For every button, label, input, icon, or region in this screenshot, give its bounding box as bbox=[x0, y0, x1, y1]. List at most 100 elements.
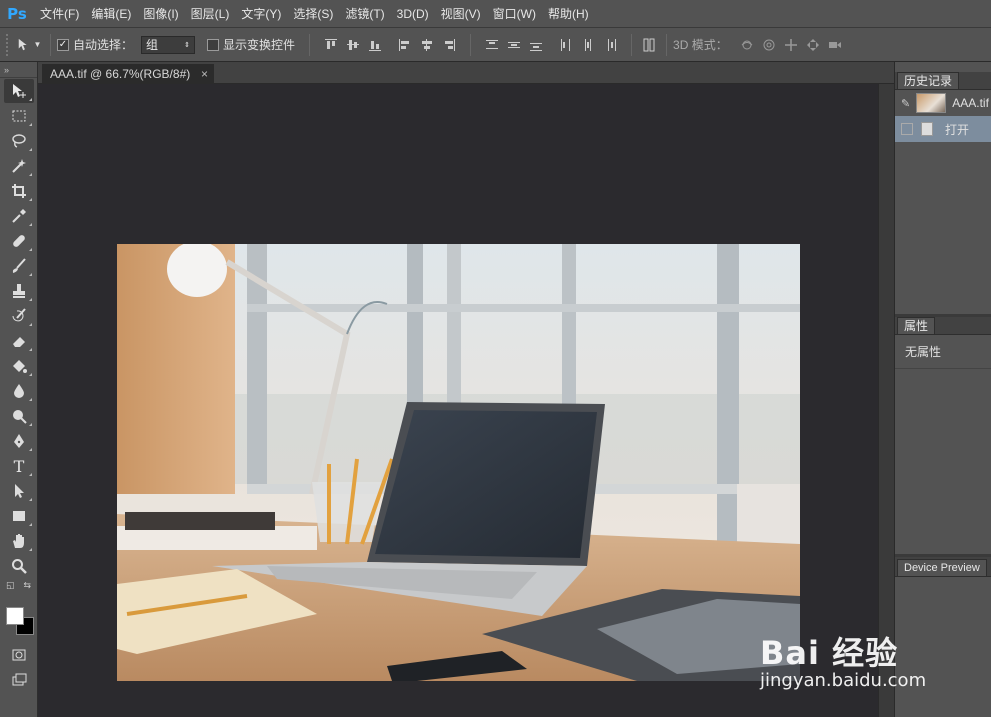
path-selection-tool[interactable] bbox=[4, 479, 34, 503]
options-separator bbox=[666, 33, 668, 56]
quick-mask-button[interactable] bbox=[4, 643, 34, 667]
brush-tool[interactable] bbox=[4, 254, 34, 278]
document-tab[interactable]: AAA.tif @ 66.7%(RGB/8#) × bbox=[42, 64, 214, 84]
menu-select[interactable]: 选择(S) bbox=[287, 0, 339, 28]
menu-edit[interactable]: 编辑(E) bbox=[85, 0, 137, 28]
lasso-tool[interactable] bbox=[4, 129, 34, 153]
screen-mode-icon bbox=[12, 673, 27, 686]
quick-mask-icon bbox=[12, 649, 26, 661]
type-tool[interactable]: T bbox=[4, 454, 34, 478]
history-snapshot-row[interactable]: ✎ AAA.tif bbox=[895, 90, 991, 116]
menu-layer[interactable]: 图层(L) bbox=[185, 0, 236, 28]
menu-type[interactable]: 文字(Y) bbox=[235, 0, 287, 28]
marquee-tool[interactable] bbox=[4, 104, 34, 128]
options-grip[interactable] bbox=[6, 33, 14, 56]
auto-align-icon[interactable] bbox=[639, 35, 659, 55]
pen-icon bbox=[14, 434, 24, 448]
default-colors-icon[interactable]: ◱ bbox=[6, 580, 15, 591]
distribute-hcenter-icon[interactable] bbox=[578, 35, 598, 55]
distribute-h-group bbox=[555, 35, 621, 55]
distribute-top-icon[interactable] bbox=[482, 35, 502, 55]
updown-arrows-icon: ⇕ bbox=[184, 41, 191, 49]
show-transform-checkbox[interactable] bbox=[207, 38, 220, 51]
desk-photo bbox=[117, 244, 800, 681]
screen-mode-button[interactable] bbox=[4, 668, 34, 692]
paint-bucket-tool[interactable] bbox=[4, 354, 34, 378]
align-left-icon[interactable] bbox=[395, 35, 415, 55]
eyedropper-tool[interactable] bbox=[4, 204, 34, 228]
menu-image[interactable]: 图像(I) bbox=[137, 0, 184, 28]
double-chevron-icon: » bbox=[4, 64, 10, 75]
eraser-icon bbox=[13, 337, 25, 347]
properties-panel-header: 属性 bbox=[895, 317, 991, 335]
menu-window[interactable]: 窗口(W) bbox=[487, 0, 542, 28]
align-h-group bbox=[394, 35, 460, 55]
align-bottom-icon[interactable] bbox=[365, 35, 385, 55]
history-brush-tool[interactable] bbox=[4, 304, 34, 328]
distribute-left-icon[interactable] bbox=[556, 35, 576, 55]
menu-filter[interactable]: 滤镜(T) bbox=[339, 0, 390, 28]
distribute-right-icon[interactable] bbox=[600, 35, 620, 55]
align-vcenter-icon[interactable] bbox=[343, 35, 363, 55]
magnifier-icon bbox=[12, 559, 27, 574]
distribute-bottom-icon[interactable] bbox=[526, 35, 546, 55]
close-icon[interactable]: × bbox=[201, 64, 208, 84]
path-selection-icon bbox=[15, 484, 24, 498]
menu-help[interactable]: 帮助(H) bbox=[542, 0, 595, 28]
hand-tool[interactable] bbox=[4, 529, 34, 553]
move-tool[interactable] bbox=[4, 79, 34, 103]
foreground-color-swatch[interactable] bbox=[6, 607, 24, 625]
auto-select-checkbox[interactable]: ✓ bbox=[57, 38, 69, 51]
dodge-tool[interactable] bbox=[4, 404, 34, 428]
toolbox-collapse-handle[interactable]: » bbox=[0, 62, 37, 78]
toolbox: » T ◱ ⇆ bbox=[0, 62, 38, 717]
pen-tool[interactable] bbox=[4, 429, 34, 453]
document-tab-title: AAA.tif @ 66.7%(RGB/8#) bbox=[50, 67, 191, 81]
history-step-checkbox[interactable] bbox=[901, 123, 913, 135]
rectangle-tool[interactable] bbox=[4, 504, 34, 528]
move-icon bbox=[13, 84, 26, 98]
history-step-row[interactable]: 打开 bbox=[895, 116, 991, 142]
align-right-icon[interactable] bbox=[439, 35, 459, 55]
clone-stamp-tool[interactable] bbox=[4, 279, 34, 303]
water-drop-icon bbox=[14, 384, 24, 398]
3d-slide-icon[interactable] bbox=[803, 35, 823, 55]
menu-view[interactable]: 视图(V) bbox=[435, 0, 487, 28]
color-swatches bbox=[4, 597, 34, 637]
crop-tool[interactable] bbox=[4, 179, 34, 203]
history-step-label: 打开 bbox=[945, 122, 970, 137]
eraser-tool[interactable] bbox=[4, 329, 34, 353]
tab-history[interactable]: 历史记录 bbox=[897, 72, 960, 89]
document-icon bbox=[921, 122, 933, 136]
menu-file[interactable]: 文件(F) bbox=[34, 0, 85, 28]
swap-colors-icon[interactable]: ⇆ bbox=[23, 580, 31, 591]
distribute-v-group bbox=[481, 35, 547, 55]
document-image[interactable] bbox=[117, 244, 800, 681]
tool-preset-picker[interactable]: ▼ bbox=[14, 34, 44, 56]
snapshot-name: AAA.tif bbox=[952, 96, 989, 110]
blur-tool[interactable] bbox=[4, 379, 34, 403]
3d-drag-icon[interactable] bbox=[781, 35, 801, 55]
distribute-vcenter-icon[interactable] bbox=[504, 35, 524, 55]
3d-roll-icon[interactable] bbox=[759, 35, 779, 55]
magic-wand-tool[interactable] bbox=[4, 154, 34, 178]
baidu-jingyan-logo: Bai 经验 bbox=[760, 634, 899, 672]
lasso-icon bbox=[12, 134, 26, 148]
3d-rotate-icon[interactable] bbox=[737, 35, 757, 55]
zoom-tool[interactable] bbox=[4, 554, 34, 578]
tab-device-preview[interactable]: Device Preview bbox=[897, 559, 987, 576]
align-top-icon[interactable] bbox=[321, 35, 341, 55]
3d-scale-icon[interactable] bbox=[825, 35, 845, 55]
auto-select-dropdown[interactable]: 组 ⇕ bbox=[141, 35, 196, 54]
auto-select-value: 组 bbox=[146, 38, 159, 52]
bandage-icon bbox=[13, 235, 25, 247]
tab-properties[interactable]: 属性 bbox=[897, 317, 936, 334]
align-hcenter-icon[interactable] bbox=[417, 35, 437, 55]
document-tab-bar: AAA.tif @ 66.7%(RGB/8#) × bbox=[38, 62, 894, 84]
brush-icon bbox=[12, 258, 26, 273]
healing-brush-tool[interactable] bbox=[4, 229, 34, 253]
options-separator bbox=[631, 33, 633, 56]
menu-3d[interactable]: 3D(D) bbox=[391, 0, 435, 28]
rectangular-marquee-icon bbox=[12, 110, 26, 122]
paint-bucket-icon bbox=[13, 360, 27, 373]
